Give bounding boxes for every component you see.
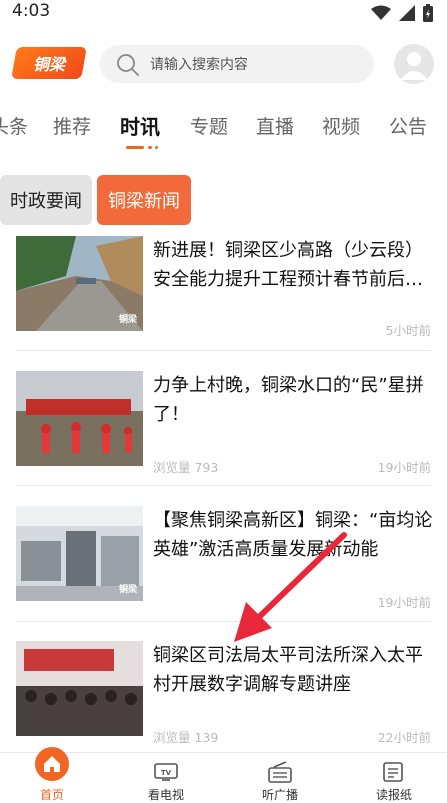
news-view-count: 浏览量 139 [153, 730, 219, 745]
news-thumbnail[interactable]: 铜梁 [16, 236, 143, 331]
news-title[interactable]: 【聚焦铜梁高新区】铜梁：“亩均论英雄”激活高质量发展新动能 [153, 506, 435, 564]
subtab-tongliang-news[interactable]: 铜梁新闻 [97, 175, 191, 225]
news-title[interactable]: 力争上村晚，铜梁水口的“民”星拼了！ [153, 371, 435, 429]
tab-recommend[interactable]: 推荐 [53, 112, 91, 139]
nav-radio[interactable]: 听广播 [235, 753, 325, 802]
nav-label: 听广播 [261, 788, 298, 802]
tab-news-flash[interactable]: 时讯 [120, 111, 160, 140]
nav-home[interactable]: 首页 [7, 747, 97, 802]
news-item[interactable]: 铜梁 【聚焦铜梁高新区】铜梁：“亩均论英雄”激活高质量发展新动能 19小时前 [0, 506, 447, 640]
thumbnail-watermark: 铜梁 [118, 585, 137, 595]
tab-live[interactable]: 直播 [256, 112, 294, 139]
battery-icon [423, 4, 433, 22]
nav-tv[interactable]: TV 看电视 [121, 753, 211, 802]
search-icon [117, 54, 139, 76]
app-logo[interactable]: 铜梁 [11, 47, 87, 79]
svg-text:TV: TV [161, 769, 172, 777]
tab-topics[interactable]: 专题 [190, 112, 228, 139]
bottom-navigation: 首页 TV 看电视 听广播 读报纸 [0, 747, 447, 802]
newspaper-icon [383, 762, 403, 782]
news-thumbnail[interactable] [16, 371, 143, 466]
tab-headline[interactable]: 头条 [0, 112, 28, 139]
radio-icon [268, 761, 292, 783]
divider [16, 485, 431, 486]
news-timestamp: 19小时前 [377, 595, 431, 610]
status-bar: 4:03 [0, 0, 447, 26]
avatar[interactable] [394, 44, 434, 84]
nav-newspaper[interactable]: 读报纸 [349, 753, 439, 802]
tv-icon: TV [154, 763, 178, 781]
status-icons [371, 4, 433, 22]
news-title[interactable]: 新进展！铜梁区少高路（少云段）安全能力提升工程预计春节前后通车 [153, 236, 435, 294]
status-time: 4:03 [12, 1, 51, 21]
search-bar[interactable] [100, 45, 374, 85]
nav-label: 读报纸 [375, 788, 412, 802]
app-header: 铜梁 [0, 40, 447, 90]
news-timestamp: 22小时前 [377, 730, 431, 745]
channel-tabs: 头条 推荐 时讯 专题 直播 视频 公告 [0, 104, 447, 154]
news-thumbnail[interactable] [16, 641, 143, 736]
subtab-politics[interactable]: 时政要闻 [0, 175, 92, 225]
news-timestamp: 5小时前 [385, 323, 431, 338]
divider [16, 621, 431, 622]
wifi-icon [371, 5, 391, 20]
news-timestamp: 19小时前 [377, 460, 431, 475]
home-icon [35, 747, 69, 781]
user-icon [400, 52, 428, 80]
divider [16, 350, 431, 351]
search-input[interactable] [148, 45, 362, 85]
thumbnail-watermark: 铜梁 [118, 315, 137, 325]
nav-label: 首页 [39, 788, 64, 802]
news-view-count: 浏览量 793 [153, 460, 219, 475]
active-tab-indicator [126, 146, 158, 149]
nav-label: 看电视 [147, 788, 184, 802]
signal-icon [399, 5, 415, 21]
tab-video[interactable]: 视频 [322, 112, 360, 139]
logo-text: 铜梁 [32, 55, 65, 74]
tab-notice[interactable]: 公告 [389, 112, 427, 139]
news-title[interactable]: 铜梁区司法局太平司法所深入太平村开展数字调解专题讲座 [153, 641, 435, 699]
news-thumbnail[interactable]: 铜梁 [16, 506, 143, 601]
